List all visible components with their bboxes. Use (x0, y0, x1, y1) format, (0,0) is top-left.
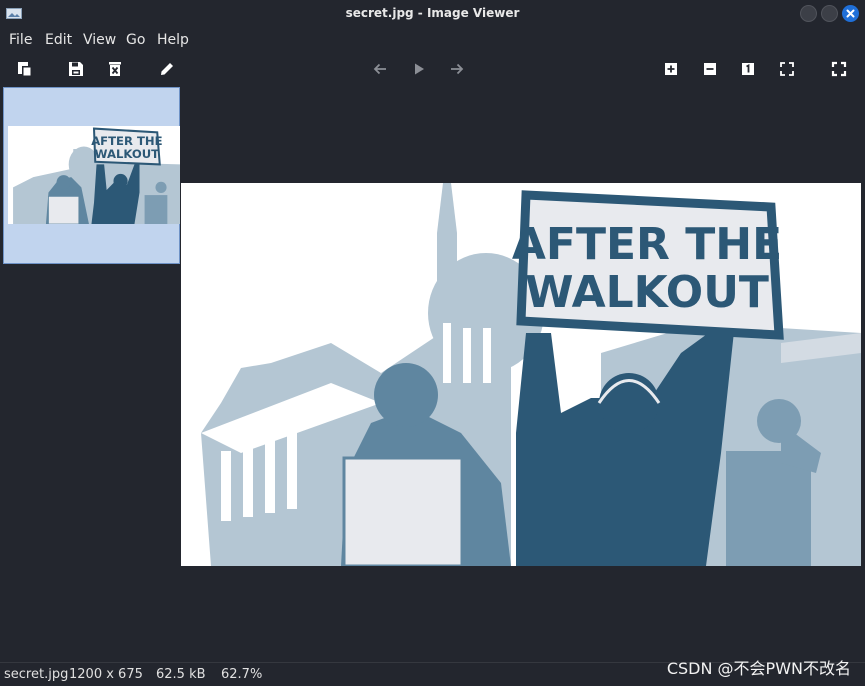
thumbnail-sign-line1: AFTER THE (91, 134, 162, 148)
minimize-button[interactable] (800, 5, 817, 22)
maximize-button[interactable] (821, 5, 838, 22)
delete-button[interactable] (106, 60, 124, 78)
edit-button[interactable] (158, 60, 176, 78)
menu-file[interactable]: File (9, 29, 32, 51)
main-image: AFTER THE WALKOUT (181, 183, 861, 566)
menu-view[interactable]: View (83, 29, 116, 51)
watermark-text: CSDN @不会PWN不改名 (666, 659, 851, 678)
toolbar (0, 56, 865, 82)
menu-edit[interactable]: Edit (45, 29, 72, 51)
zoom-in-button[interactable] (662, 60, 680, 78)
status-zoom: 62.7% (221, 667, 263, 682)
menu-go[interactable]: Go (126, 29, 145, 51)
thumbnail-image: AFTER THE WALKOUT (8, 126, 180, 224)
status-filename: secret.jpg (4, 667, 69, 682)
window-title: secret.jpg - Image Viewer (345, 6, 520, 20)
play-button[interactable] (410, 60, 428, 78)
copy-button[interactable] (16, 60, 34, 78)
close-button[interactable] (842, 5, 859, 22)
zoom-in-icon (665, 63, 677, 75)
fullscreen-button[interactable] (830, 60, 848, 78)
play-icon (415, 63, 424, 75)
zoom-out-icon (704, 63, 716, 75)
menu-help[interactable]: Help (157, 29, 189, 51)
menu-bar: File Edit View Go Help (0, 29, 865, 51)
back-button[interactable] (371, 60, 389, 78)
status-filesize: 62.5 kB (156, 667, 206, 682)
actual-size-icon (742, 63, 754, 75)
save-icon (69, 62, 83, 76)
thumbnail-selected[interactable]: AFTER THE WALKOUT (3, 87, 180, 264)
forward-arrow-icon (451, 63, 464, 75)
zoom-out-button[interactable] (701, 60, 719, 78)
fullscreen-icon (831, 61, 847, 77)
sign-line1: AFTER THE (512, 219, 782, 270)
sign-line2: WALKOUT (525, 267, 769, 318)
forward-button[interactable] (448, 60, 466, 78)
fit-icon (780, 62, 794, 76)
title-bar: secret.jpg - Image Viewer (0, 0, 865, 28)
status-dimensions: 1200 x 675 (69, 667, 143, 682)
thumbnail-sign-line2: WALKOUT (95, 147, 159, 161)
close-icon (846, 9, 855, 18)
copy-icon (18, 62, 32, 77)
edit-icon (161, 63, 173, 75)
actual-size-button[interactable] (739, 60, 757, 78)
delete-icon (109, 62, 121, 76)
save-button[interactable] (67, 60, 85, 78)
fit-button[interactable] (778, 60, 796, 78)
back-arrow-icon (373, 63, 386, 75)
